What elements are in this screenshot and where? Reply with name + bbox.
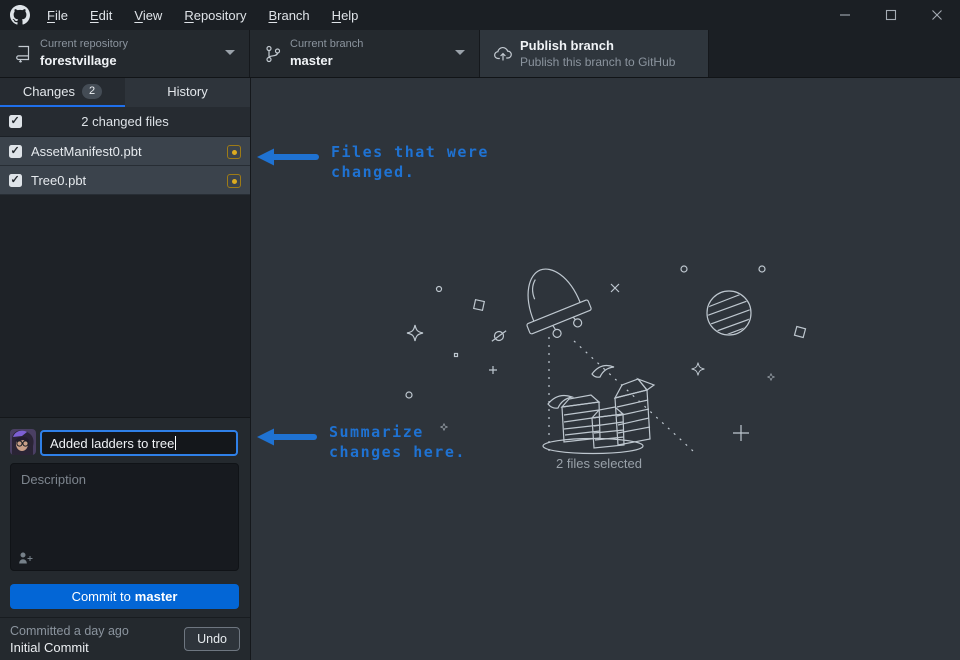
publish-branch-button[interactable]: Publish branch Publish this branch to Gi… [480, 30, 709, 77]
left-arrow-icon [257, 147, 321, 167]
file-name: Tree0.pbt [31, 173, 86, 188]
left-arrow-icon [257, 427, 319, 447]
file-checkbox[interactable] [9, 174, 22, 187]
window-controls [822, 0, 960, 30]
maximize-button[interactable] [868, 0, 914, 30]
commit-button[interactable]: Commit tomaster [10, 584, 239, 609]
titlebar: File Edit View Repository Branch Help [0, 0, 960, 30]
minimize-button[interactable] [822, 0, 868, 30]
menu-file[interactable]: File [36, 8, 79, 23]
close-icon [931, 9, 943, 21]
commit-form: Added ladders to tree Description Commit… [0, 417, 250, 617]
modified-status-icon [227, 145, 241, 159]
last-commit-message: Initial Commit [10, 640, 89, 655]
chevron-down-icon [225, 50, 235, 55]
tab-history[interactable]: History [125, 78, 250, 107]
commit-summary-input[interactable]: Added ladders to tree [40, 430, 238, 456]
publish-branch-title: Publish branch [520, 37, 675, 54]
add-coauthor-icon[interactable] [19, 551, 33, 563]
file-row-assetmanifest[interactable]: AssetManifest0.pbt [0, 137, 250, 166]
menu-repository[interactable]: Repository [173, 8, 257, 23]
toolbar: Current repository forestvillage Current… [0, 30, 960, 78]
avatar [10, 429, 36, 455]
main-content: 2 files selected Files that werechanged.… [250, 78, 960, 660]
modified-status-icon [227, 174, 241, 188]
repo-icon [13, 44, 33, 64]
branch-selector-label: Current branch [290, 37, 363, 52]
menu-edit[interactable]: Edit [79, 8, 123, 23]
current-branch-selector[interactable]: Current branch master [250, 30, 480, 77]
menu-help[interactable]: Help [321, 8, 370, 23]
files-selected-caption: 2 files selected [519, 456, 679, 471]
publish-branch-subtitle: Publish this branch to GitHub [520, 54, 675, 71]
changes-count-badge: 2 [82, 84, 102, 99]
maximize-icon [885, 9, 897, 21]
annotation-summarize: Summarizechanges here. [257, 422, 466, 462]
text-caret [175, 436, 176, 450]
last-commit-time: Committed a day ago [10, 624, 129, 638]
file-row-tree0[interactable]: Tree0.pbt [0, 166, 250, 195]
git-branch-icon [263, 44, 283, 64]
repo-selector-value: forestvillage [40, 52, 128, 69]
commit-description-textarea[interactable]: Description [10, 463, 239, 571]
menubar: File Edit View Repository Branch Help [36, 0, 369, 30]
description-placeholder: Description [21, 472, 86, 487]
cloud-upload-icon [493, 44, 513, 64]
github-desktop-window: File Edit View Repository Branch Help Cu… [0, 0, 960, 660]
undo-button[interactable]: Undo [184, 627, 240, 651]
changed-files-count: 2 changed files [0, 114, 250, 129]
tab-changes[interactable]: Changes 2 [0, 78, 125, 107]
minimize-icon [839, 9, 851, 21]
menu-branch[interactable]: Branch [257, 8, 320, 23]
close-button[interactable] [914, 0, 960, 30]
branch-selector-value: master [290, 52, 363, 69]
sidebar-tabs: Changes 2 History [0, 78, 250, 107]
chevron-down-icon [455, 50, 465, 55]
file-checkbox[interactable] [9, 145, 22, 158]
changed-files-header: 2 changed files [0, 107, 250, 137]
repo-selector-label: Current repository [40, 37, 128, 52]
sidebar: Changes 2 History 2 changed files AssetM… [0, 78, 250, 660]
current-repository-selector[interactable]: Current repository forestvillage [0, 30, 250, 77]
annotation-files-changed: Files that werechanged. [257, 142, 489, 182]
last-commit-bar: Committed a day ago Initial Commit Undo [0, 617, 250, 660]
menu-view[interactable]: View [123, 8, 173, 23]
github-logo-icon [10, 5, 30, 25]
file-name: AssetManifest0.pbt [31, 144, 142, 159]
